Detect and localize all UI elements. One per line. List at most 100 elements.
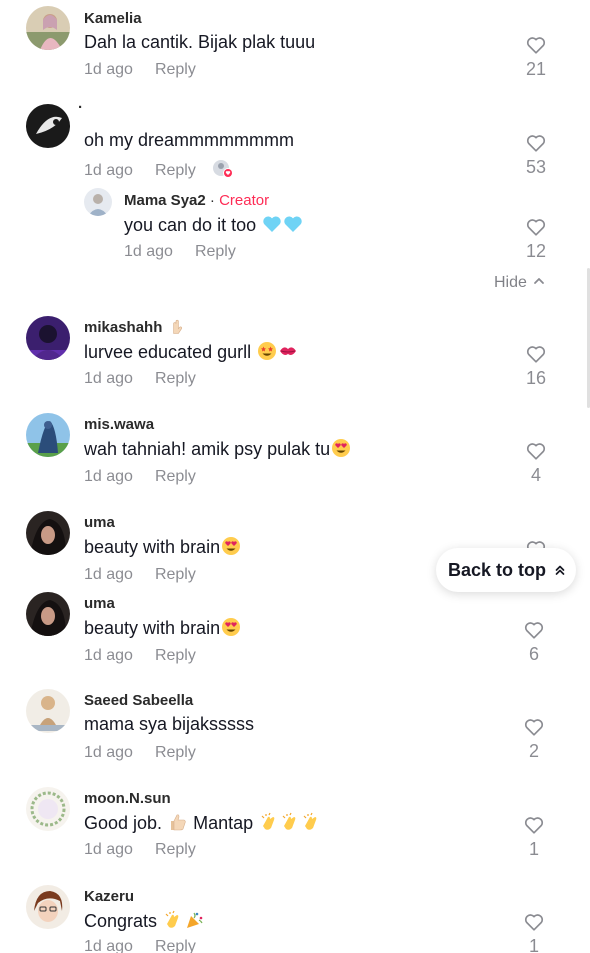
heart-outline-icon <box>526 443 546 460</box>
comment-meta: 1d ago Reply <box>84 938 196 953</box>
comment-text: oh my dreammmmmmmm <box>84 130 294 150</box>
comment-text-body-2: Mantap <box>193 813 254 833</box>
comment-meta: 1d ago Reply <box>84 159 234 180</box>
creator-liked-badge <box>212 159 234 179</box>
like-button[interactable]: 1 <box>514 814 554 860</box>
hide-replies-button[interactable]: Hide <box>494 274 545 292</box>
heart-outline-icon <box>526 37 546 54</box>
reply-button[interactable]: Reply <box>195 243 236 260</box>
like-button[interactable]: 12 <box>516 216 556 262</box>
comment-username[interactable]: uma <box>84 595 115 612</box>
like-button[interactable]: 6 <box>514 619 554 665</box>
comment-username[interactable]: · <box>78 99 83 116</box>
like-count: 53 <box>525 157 547 177</box>
avatar[interactable] <box>26 885 70 929</box>
heart-outline-icon <box>526 346 546 363</box>
like-count: 2 <box>528 741 539 761</box>
heart-eyes-emoji-icon <box>222 618 241 636</box>
hand-emoji-icon <box>172 319 182 334</box>
chevron-up-icon <box>534 278 544 284</box>
reply-button[interactable]: Reply <box>155 938 196 953</box>
heart-outline-icon <box>526 219 546 236</box>
avatar[interactable] <box>26 413 70 457</box>
heart-outline-icon <box>526 135 546 152</box>
avatar[interactable] <box>26 689 70 733</box>
avatar[interactable] <box>26 316 70 360</box>
like-count: 1 <box>528 839 539 859</box>
comment-username: Mama Sya2 · Creator <box>124 192 269 209</box>
like-button[interactable]: 53 <box>516 132 556 178</box>
heart-eyes-emoji-icon <box>332 439 351 457</box>
like-button[interactable]: 4 <box>516 440 556 486</box>
like-count: 21 <box>525 59 547 79</box>
comment-meta: 1d ago Reply <box>84 744 196 762</box>
avatar[interactable] <box>26 6 70 50</box>
avatar[interactable] <box>26 592 70 636</box>
avatar[interactable] <box>26 787 70 831</box>
comment-text: lurvee educated gurll <box>84 341 298 363</box>
comment-username[interactable]: Kazeru <box>84 888 134 905</box>
reply-username[interactable]: Mama Sya2 <box>124 192 206 209</box>
comment-meta: 1d ago Reply <box>84 566 196 584</box>
reply-button[interactable]: Reply <box>155 468 196 485</box>
heart-outline-icon <box>524 817 544 834</box>
back-to-top-button[interactable]: Back to top <box>436 548 576 592</box>
comment-time: 1d ago <box>84 370 133 387</box>
comment-time: 1d ago <box>124 243 173 260</box>
comment-text-body: you can do it too <box>124 215 257 235</box>
reply-button[interactable]: Reply <box>155 162 196 179</box>
clapping-hands-emoji-icon <box>282 812 296 830</box>
starstruck-emoji-icon <box>258 342 277 360</box>
like-count: 16 <box>525 368 547 388</box>
comment-time: 1d ago <box>84 468 133 485</box>
creator-badge: Creator <box>219 192 270 209</box>
comment-meta: 1d ago Reply <box>84 61 196 79</box>
avatar[interactable] <box>26 104 70 148</box>
like-count: 1 <box>528 936 539 953</box>
comment-username[interactable]: uma <box>84 514 115 531</box>
comment-time: 1d ago <box>84 566 133 583</box>
comment-time: 1d ago <box>84 841 133 858</box>
party-popper-emoji-icon <box>187 912 203 928</box>
heart-outline-icon <box>524 914 544 931</box>
avatar[interactable] <box>84 188 112 216</box>
comment-username[interactable]: Kamelia <box>84 10 142 27</box>
blue-heart-emoji-icon <box>284 216 302 232</box>
comment-username[interactable]: mis.wawa <box>84 416 154 433</box>
comment-text: mama sya bijaksssss <box>84 714 255 734</box>
reply-button[interactable]: Reply <box>155 61 196 78</box>
comment-username[interactable]: moon.N.sun <box>84 790 171 807</box>
avatar[interactable] <box>26 511 70 555</box>
reply-button[interactable]: Reply <box>155 744 196 761</box>
like-count: 12 <box>525 241 547 261</box>
heart-outline-icon <box>524 622 544 639</box>
comment-meta: 1d ago Reply <box>84 647 196 665</box>
comment-time: 1d ago <box>84 162 133 179</box>
separator: · <box>209 192 215 209</box>
comment-username[interactable]: Saeed Sabeella <box>84 692 193 709</box>
comment-time: 1d ago <box>84 647 133 664</box>
comment-meta: 1d ago Reply <box>84 370 196 388</box>
reply-button[interactable]: Reply <box>155 647 196 664</box>
comment-username-label[interactable]: mikashahh <box>84 319 162 336</box>
like-button[interactable]: 16 <box>516 343 556 389</box>
clapping-hands-emoji-icon <box>261 812 275 830</box>
comment-text-body: beauty with brain <box>84 618 221 638</box>
blue-heart-emoji-icon <box>263 216 281 232</box>
comment-text-body: wah tahniah! amik psy pulak tu <box>84 439 331 459</box>
reply-button[interactable]: Reply <box>155 566 196 583</box>
comment-meta: 1d ago Reply <box>124 243 236 261</box>
like-button[interactable]: 21 <box>516 34 556 80</box>
clapping-hands-emoji-icon <box>303 812 317 830</box>
reply-button[interactable]: Reply <box>155 841 196 858</box>
like-button[interactable]: 2 <box>514 716 554 762</box>
heart-outline-icon <box>524 719 544 736</box>
comment-text: Congrats <box>84 910 204 932</box>
comment-text: Good job. Mantap <box>84 812 321 834</box>
heart-eyes-emoji-icon <box>222 537 241 555</box>
comment-text: you can do it too <box>124 214 303 236</box>
reply-button[interactable]: Reply <box>155 370 196 387</box>
double-chevron-up-icon <box>555 565 565 575</box>
comment-meta: 1d ago Reply <box>84 468 196 486</box>
like-button[interactable]: 1 <box>514 911 554 953</box>
